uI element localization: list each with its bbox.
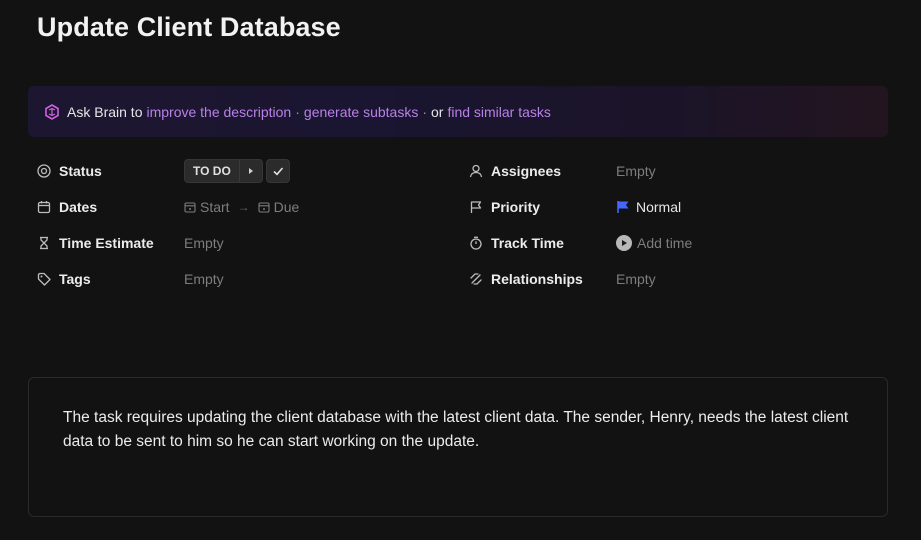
calendar-icon bbox=[36, 199, 52, 215]
priority-value[interactable]: Normal bbox=[616, 195, 681, 219]
play-icon[interactable] bbox=[616, 235, 632, 251]
tag-icon bbox=[36, 271, 52, 287]
check-icon bbox=[273, 167, 283, 176]
calendar-icon bbox=[258, 202, 270, 213]
dates-field: Dates bbox=[36, 195, 97, 219]
time-estimate-value[interactable]: Empty bbox=[184, 231, 224, 255]
separator: · bbox=[422, 103, 427, 120]
due-date-text: Due bbox=[273, 199, 300, 215]
next-status-button[interactable] bbox=[238, 160, 262, 182]
add-time-text: Add time bbox=[637, 235, 693, 251]
status-text: TO DO bbox=[193, 164, 231, 178]
status-label: Status bbox=[59, 163, 102, 179]
brain-icon bbox=[44, 103, 60, 120]
relationships-icon bbox=[468, 271, 484, 287]
priority-flag-icon bbox=[616, 200, 630, 214]
status-pill[interactable]: TO DO bbox=[184, 159, 263, 183]
or-text: or bbox=[430, 103, 444, 120]
track-time-field: Track Time bbox=[468, 231, 564, 255]
task-title[interactable]: Update Client Database bbox=[37, 12, 341, 43]
stopwatch-icon bbox=[468, 235, 484, 251]
priority-text: Normal bbox=[636, 199, 682, 215]
dates-label: Dates bbox=[59, 199, 98, 215]
caret-right-icon bbox=[248, 168, 253, 174]
arrow-right-icon: → bbox=[237, 200, 250, 214]
hourglass-icon bbox=[36, 235, 52, 251]
description-text: The task requires updating the client da… bbox=[63, 409, 849, 450]
start-date-button[interactable]: Start bbox=[184, 199, 230, 215]
track-time-label: Track Time bbox=[491, 235, 564, 251]
status-field: Status bbox=[36, 159, 102, 183]
find-similar-tasks-link[interactable]: find similar tasks bbox=[447, 104, 550, 120]
assignees-label: Assignees bbox=[491, 163, 562, 179]
start-date-text: Start bbox=[200, 199, 230, 215]
priority-label: Priority bbox=[491, 199, 541, 215]
relationships-field: Relationships bbox=[468, 267, 583, 291]
time-estimate-label: Time Estimate bbox=[59, 235, 154, 251]
ask-brain-text: Ask Brain to bbox=[67, 103, 143, 120]
generate-subtasks-link[interactable]: generate subtasks bbox=[304, 104, 418, 120]
improve-description-link[interactable]: improve the description bbox=[146, 104, 291, 120]
ask-brain-bar: Ask Brain to improve the description · g… bbox=[28, 86, 888, 137]
relationships-value[interactable]: Empty bbox=[616, 267, 656, 291]
status-icon bbox=[36, 163, 52, 179]
relationships-label: Relationships bbox=[491, 271, 583, 287]
assignees-field: Assignees bbox=[468, 159, 561, 183]
status-value: TO DO bbox=[184, 159, 290, 183]
tags-value[interactable]: Empty bbox=[184, 267, 224, 291]
tags-field: Tags bbox=[36, 267, 91, 291]
track-time-value[interactable]: Add time bbox=[616, 231, 692, 255]
description-box[interactable]: The task requires updating the client da… bbox=[28, 377, 888, 517]
priority-field: Priority bbox=[468, 195, 540, 219]
complete-button[interactable] bbox=[265, 159, 290, 183]
tags-label: Tags bbox=[59, 271, 91, 287]
user-icon bbox=[468, 163, 484, 179]
assignees-value[interactable]: Empty bbox=[616, 159, 656, 183]
time-estimate-field: Time Estimate bbox=[36, 231, 154, 255]
separator: · bbox=[295, 103, 300, 120]
dates-value: Start → Due bbox=[184, 195, 299, 219]
flag-icon bbox=[468, 199, 484, 215]
calendar-icon bbox=[184, 202, 196, 213]
due-date-button[interactable]: Due bbox=[258, 199, 300, 215]
